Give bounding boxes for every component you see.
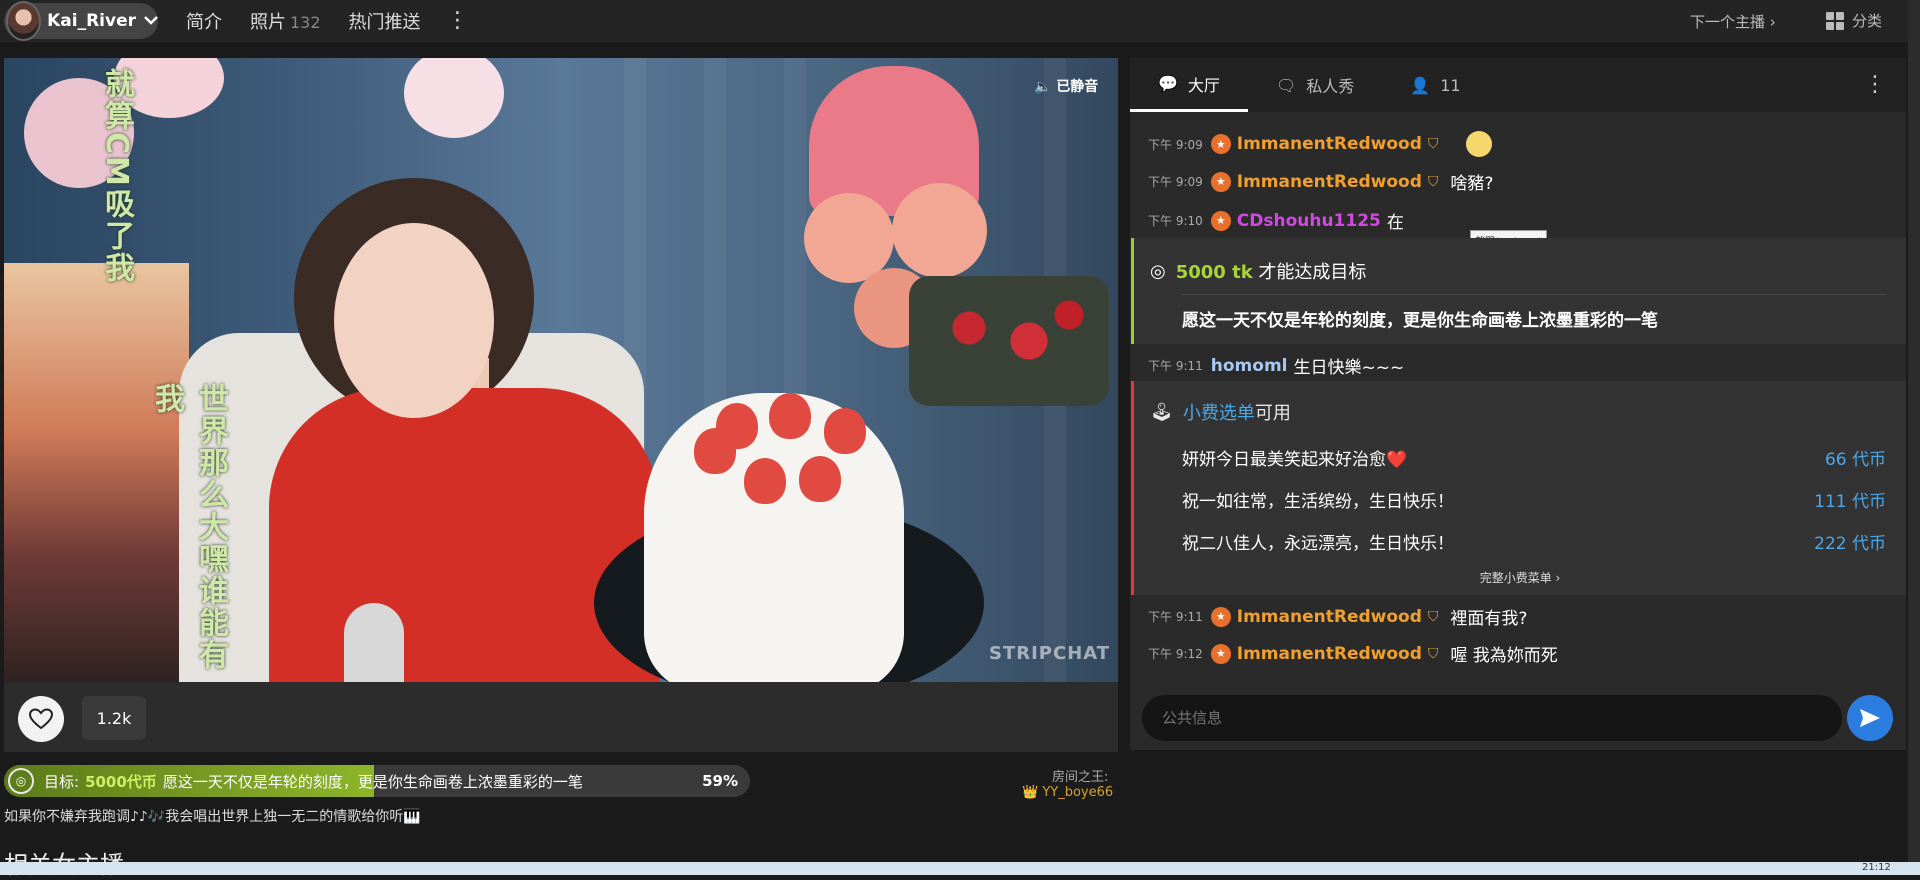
profile-name: Kai_River: [47, 11, 136, 31]
like-button[interactable]: [18, 696, 64, 742]
next-streamer-link[interactable]: 下一个主播 ›: [1690, 11, 1776, 32]
heart-icon: [29, 708, 53, 730]
message-time: 下午 9:09: [1148, 137, 1203, 152]
star-badge-icon: ★: [1210, 210, 1231, 231]
more-menu-icon[interactable]: ⋮: [447, 10, 469, 32]
page-scrollbar[interactable]: [1908, 0, 1920, 875]
full-tip-menu-link[interactable]: 完整小费菜单 ›: [1134, 569, 1906, 586]
room-king-name[interactable]: 👑 YY_boye66: [1022, 785, 1113, 800]
message-text: 啥豬?: [1450, 174, 1494, 194]
goal-percent: 59%: [702, 772, 738, 790]
chat-message: 下午 9:12 ★ ImmanentRedwood ⛉ 喔 我為妳而死: [1148, 641, 1558, 666]
chat-message: 下午 9:11 ★ ImmanentRedwood ⛉ 裡面有我?: [1148, 604, 1527, 629]
goal-card-description: 愿这一天不仅是年轮的刻度，更是你生命画卷上浓墨重彩的一笔: [1182, 311, 1658, 331]
goal-description: 愿这一天不仅是年轮的刻度，更是你生命画卷上浓墨重彩的一笔: [162, 772, 583, 791]
top-bar: Kai_River 简介 照片 132 热门推送 ⋮: [0, 0, 1920, 42]
shield-icon: ⛉: [1427, 173, 1439, 190]
chat-message: 下午 9:10 ★ CDshouhu1125 在: [1148, 208, 1404, 233]
chat-message: 下午 9:09 ★ ImmanentRedwood ⛉ 啥豬?: [1148, 169, 1493, 194]
star-badge-icon: ★: [1210, 134, 1231, 154]
chat-bubble-icon: 💬: [1158, 74, 1178, 93]
star-badge-icon: ★: [1210, 606, 1231, 627]
tab-users[interactable]: 👤 11: [1382, 58, 1488, 112]
os-taskbar: 21:12: [0, 862, 1920, 875]
streamer: [269, 388, 659, 682]
message-time: 下午 9:10: [1148, 214, 1203, 228]
star-badge-icon: ★: [1210, 643, 1231, 664]
watermark: STRIPCHAT: [989, 643, 1111, 664]
message-text: 在: [1386, 213, 1404, 233]
message-username[interactable]: ImmanentRedwood: [1237, 172, 1422, 192]
tip-menu-item[interactable]: 祝二八佳人，永远漂亮，生日快乐！ 222 代币: [1182, 529, 1886, 554]
message-username[interactable]: homoml: [1211, 356, 1288, 376]
avatar: [6, 1, 42, 41]
star-badge-icon: ★: [1210, 171, 1231, 192]
microphone: [344, 603, 404, 682]
nav-photos[interactable]: 照片 132: [250, 8, 321, 34]
stream-description: 如果你不嫌弃我跑调♪♪🎶我会唱出世界上独一无二的情歌给你听🎹: [4, 809, 421, 825]
target-icon: ◎: [8, 768, 34, 794]
tip-menu-card: 🕹 小费选单可用 妍妍今日最美笑起来好治愈❤️ 66 代币 祝一如往常，生活缤纷，…: [1131, 381, 1906, 595]
message-text: 裡面有我?: [1450, 609, 1528, 629]
like-count: 1.2k: [82, 696, 146, 740]
tab-lobby[interactable]: 💬 大厅: [1130, 58, 1248, 112]
shield-icon: ⛉: [1427, 608, 1439, 625]
room-king-label: 房间之王:: [1052, 770, 1109, 785]
muted-indicator[interactable]: 🔈 已静音: [1034, 76, 1098, 96]
user-icon: 👤: [1410, 75, 1431, 95]
message-time: 下午 9:11: [1148, 359, 1203, 373]
tip-menu-link[interactable]: 小费选单: [1183, 403, 1255, 424]
shield-icon: ⛉: [1427, 645, 1439, 662]
flower-bouquet: [909, 276, 1109, 406]
joystick-icon: 🕹: [1150, 401, 1173, 423]
shield-icon: ⛉: [1427, 136, 1439, 152]
tab-private-show[interactable]: 🗨 私人秀: [1248, 58, 1382, 112]
tip-menu-item[interactable]: 祝一如往常，生活缤纷，生日快乐！ 111 代币: [1182, 487, 1886, 512]
message-time: 下午 9:12: [1148, 647, 1203, 661]
message-username[interactable]: ImmanentRedwood: [1237, 134, 1422, 154]
message-username[interactable]: CDshouhu1125: [1237, 211, 1381, 231]
video-controls: 1.2k: [4, 682, 1118, 752]
chat-message: 下午 9:11 homoml 生日快樂~~~: [1148, 353, 1405, 379]
chevron-down-icon: [144, 13, 158, 29]
target-icon: ◎: [1150, 260, 1166, 282]
emoji-icon: [1466, 131, 1493, 157]
photo-count: 132: [290, 13, 321, 32]
chat-tabs: 💬 大厅 🗨 私人秀 👤 11 ⋮: [1130, 58, 1906, 112]
taskbar-clock: 21:12: [1862, 862, 1891, 873]
message-username[interactable]: ImmanentRedwood: [1237, 607, 1422, 627]
send-icon: [1860, 709, 1880, 727]
message-time: 下午 9:11: [1148, 610, 1203, 624]
goal-progress-bar: ◎ 目标: 5000代币 愿这一天不仅是年轮的刻度，更是你生命画卷上浓墨重彩的一…: [4, 765, 750, 797]
message-time: 下午 9:09: [1148, 175, 1203, 189]
private-chat-icon: 🗨: [1275, 75, 1297, 95]
crown-icon: 👑: [1022, 785, 1039, 800]
nav-intro[interactable]: 简介: [186, 8, 222, 34]
grid-icon: [1826, 11, 1844, 30]
video-player[interactable]: 就算CM吸了我 世界那么大嘿谁能有我 🔈 已静音 STRIPCHAT: [4, 58, 1118, 682]
goal-amount: 5000代币: [85, 772, 157, 791]
overlay-text-side: 世界那么大嘿谁能有我: [149, 383, 228, 671]
message-username[interactable]: ImmanentRedwood: [1237, 644, 1422, 664]
message-text: 生日快樂~~~: [1293, 358, 1405, 378]
nav-trending[interactable]: 热门推送: [349, 8, 421, 34]
chat-message: 下午 9:09 ★ ImmanentRedwood ⛉: [1148, 131, 1493, 157]
overlay-text-top: 就算CM吸了我: [99, 68, 134, 284]
chat-input[interactable]: [1142, 695, 1842, 741]
chat-input-area: [1130, 685, 1906, 750]
chat-goal-card: ◎ 5000 tk 才能达成目标 愿这一天不仅是年轮的刻度，更是你生命画卷上浓墨…: [1131, 238, 1906, 344]
category-button[interactable]: 分类: [1826, 10, 1882, 31]
tip-menu-item[interactable]: 妍妍今日最美笑起来好治愈❤️ 66 代币: [1182, 445, 1886, 470]
send-button[interactable]: [1847, 695, 1893, 741]
profile-menu[interactable]: Kai_River: [4, 1, 158, 41]
chat-options-icon[interactable]: ⋮: [1864, 72, 1886, 97]
message-text: 喔 我為妳而死: [1450, 646, 1558, 666]
